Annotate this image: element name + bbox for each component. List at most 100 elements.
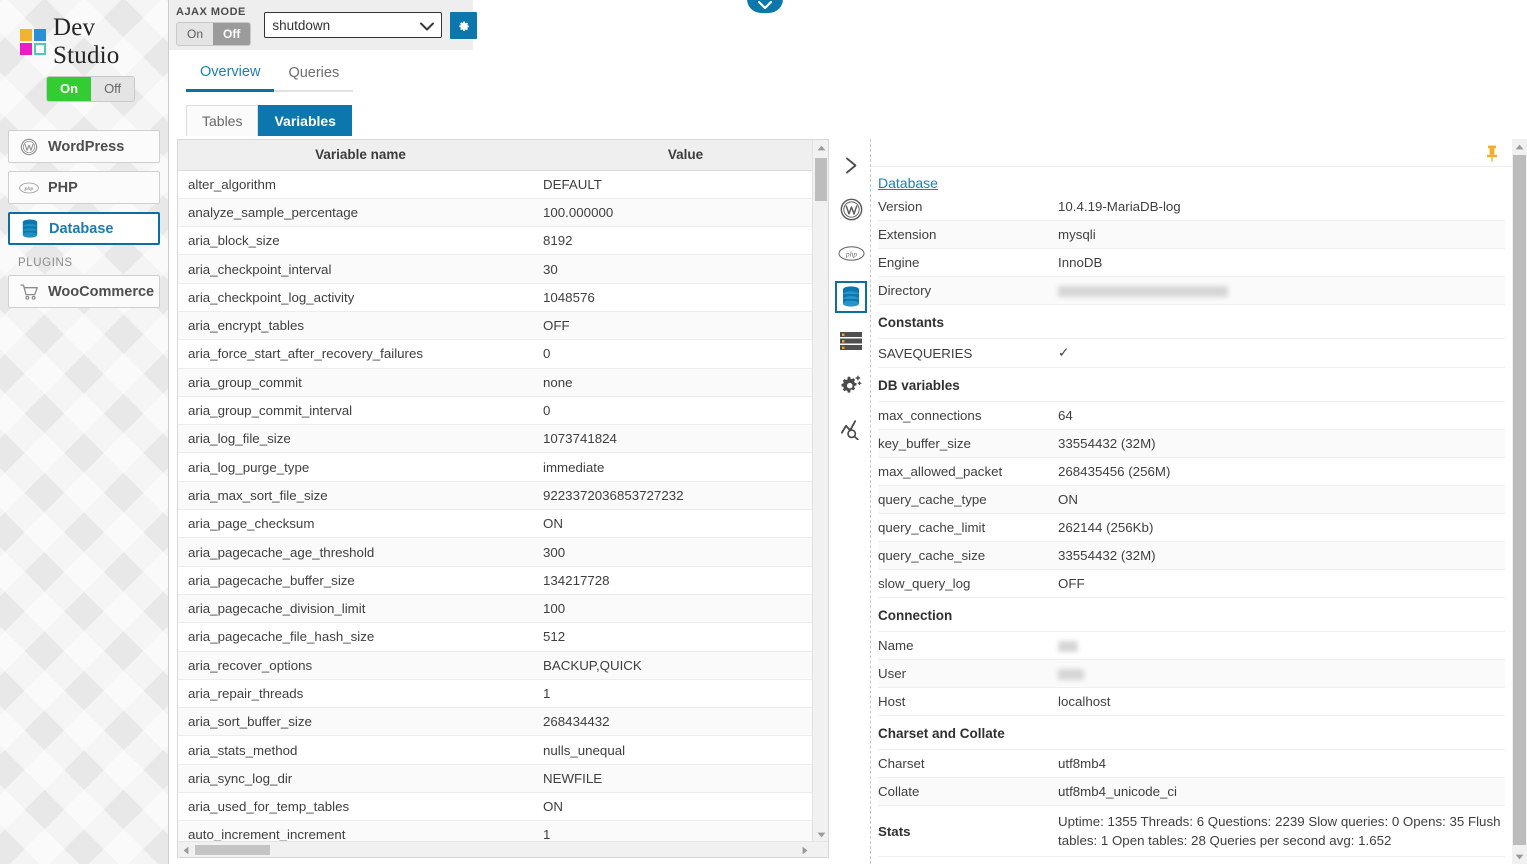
gear-icon: [459, 21, 470, 31]
panel-icon-rail: php: [832, 139, 870, 864]
variable-name-cell: aria_sync_log_dir: [178, 764, 543, 794]
scroll-up-icon[interactable]: [813, 140, 828, 156]
ajax-action-select-wrap: shutdown: [264, 12, 443, 38]
tab-queries[interactable]: Queries: [274, 61, 354, 92]
ajax-action-select[interactable]: shutdown: [264, 12, 443, 38]
table-horizontal-scrollbar[interactable]: [178, 841, 828, 857]
tab-overview[interactable]: Overview: [186, 60, 275, 92]
variable-value-cell: ON: [543, 792, 828, 822]
detail-section-heading-row: Connection: [878, 597, 1505, 632]
variable-value-cell: ON: [543, 509, 828, 539]
settings-gear-button[interactable]: [450, 11, 478, 39]
table-row[interactable]: aria_sync_log_dir NEWFILE: [178, 764, 828, 794]
panel-pull-tab[interactable]: [747, 0, 783, 13]
master-toggle[interactable]: On Off: [46, 76, 136, 102]
detail-value: utf8mb4_unicode_ci: [1058, 777, 1505, 806]
table-vertical-scrollbar[interactable]: [812, 140, 828, 843]
table-row[interactable]: aria_log_file_size 1073741824: [178, 424, 828, 454]
table-row[interactable]: aria_sort_buffer_size 268434432: [178, 707, 828, 737]
column-header-variable-name[interactable]: Variable name: [178, 140, 543, 171]
table-row[interactable]: aria_repair_threads 1: [178, 679, 828, 709]
table-row[interactable]: aria_log_purge_type immediate: [178, 452, 828, 482]
variable-value-cell: 0: [543, 339, 828, 369]
sidebar-item-database[interactable]: Database: [8, 212, 160, 245]
table-row[interactable]: aria_used_for_temp_tables ON: [178, 792, 828, 822]
chevron-right-icon[interactable]: [835, 149, 867, 181]
table-row[interactable]: aria_group_commit_interval 0: [178, 396, 828, 426]
detail-section-title[interactable]: Database: [878, 175, 938, 191]
master-toggle-on[interactable]: On: [47, 77, 92, 101]
ajax-toggle-on[interactable]: On: [177, 22, 214, 45]
scroll-up-icon[interactable]: [1512, 139, 1527, 154]
detail-key: Engine: [878, 248, 1058, 277]
master-toggle-off[interactable]: Off: [91, 77, 135, 101]
detail-row: Engine InnoDB: [878, 248, 1505, 277]
variable-value-cell: OFF: [543, 311, 828, 341]
variable-value-cell: 100: [543, 594, 828, 624]
scroll-thumb-vertical[interactable]: [815, 158, 827, 201]
table-row[interactable]: aria_block_size 8192: [178, 226, 828, 256]
scroll-thumb-vertical[interactable]: [1513, 155, 1526, 845]
tab-variables[interactable]: Variables: [258, 105, 352, 136]
detail-value: localhost: [1058, 687, 1505, 716]
table-row[interactable]: aria_stats_method nulls_unequal: [178, 735, 828, 765]
wordpress-icon[interactable]: [835, 193, 867, 225]
scroll-right-icon[interactable]: [797, 842, 813, 857]
tab-tables[interactable]: Tables: [186, 105, 259, 136]
detail-value: 33554432 (32M): [1058, 429, 1505, 458]
detail-value: 33554432 (32M): [1058, 541, 1505, 570]
database-icon[interactable]: [835, 281, 867, 313]
top-toolbar: AJAX MODE On Off shutdown: [169, 0, 478, 50]
column-header-value[interactable]: Value: [543, 140, 828, 171]
variable-name-cell: alter_algorithm: [178, 170, 543, 199]
ajax-mode-block: AJAX MODE On Off: [169, 5, 252, 46]
scroll-down-icon[interactable]: [1512, 849, 1527, 864]
scroll-left-icon[interactable]: [178, 842, 194, 857]
variable-name-cell: aria_used_for_temp_tables: [178, 792, 543, 822]
table-row[interactable]: analyze_sample_percentage 100.000000: [178, 198, 828, 228]
sidebar-item-wordpress[interactable]: WordPress: [8, 130, 160, 163]
table-row[interactable]: aria_recover_options BACKUP,QUICK: [178, 651, 828, 680]
table-row[interactable]: aria_pagecache_division_limit 100: [178, 594, 828, 624]
variable-value-cell: 8192: [543, 226, 828, 256]
php-icon[interactable]: php: [835, 237, 867, 269]
chevron-down-icon: [758, 1, 772, 10]
scroll-thumb-horizontal[interactable]: [195, 845, 270, 855]
variable-name-cell: aria_block_size: [178, 226, 543, 256]
gear-plus-icon[interactable]: [835, 369, 867, 401]
table-row[interactable]: aria_force_start_after_recovery_failures…: [178, 339, 828, 369]
detail-value: ON: [1058, 485, 1505, 514]
variable-value-cell: DEFAULT: [543, 170, 828, 199]
variable-value-cell: 134217728: [543, 566, 828, 595]
variable-name-cell: aria_max_sort_file_size: [178, 481, 543, 511]
variable-value-cell: 1: [543, 679, 828, 709]
detail-row: Collate utf8mb4_unicode_ci: [878, 777, 1505, 806]
ajax-mode-toggle[interactable]: On Off: [176, 21, 252, 46]
brand: Dev Studio: [0, 0, 168, 70]
table-row[interactable]: aria_pagecache_age_threshold 300: [178, 537, 828, 567]
ajax-toggle-off[interactable]: Off: [213, 22, 251, 45]
server-list-icon[interactable]: [835, 325, 867, 357]
detail-section-heading-row: Constants: [878, 304, 1505, 339]
analytics-search-icon[interactable]: [835, 413, 867, 445]
table-row[interactable]: aria_group_commit none: [178, 368, 828, 397]
table-row[interactable]: aria_pagecache_file_hash_size 512: [178, 622, 828, 652]
sidebar-item-php[interactable]: php PHP: [8, 171, 160, 204]
detail-key: query_cache_size: [878, 541, 1058, 570]
table-row[interactable]: aria_checkpoint_interval 30: [178, 254, 828, 284]
table-row[interactable]: aria_pagecache_buffer_size 134217728: [178, 566, 828, 595]
table-row[interactable]: aria_max_sort_file_size 92233720368537272…: [178, 481, 828, 511]
variable-name-cell: aria_encrypt_tables: [178, 311, 543, 341]
sidebar-item-woocommerce[interactable]: WooCommerce: [8, 275, 160, 308]
table-row[interactable]: aria_page_checksum ON: [178, 509, 828, 539]
table-row[interactable]: alter_algorithm DEFAULT: [178, 170, 828, 199]
sidebar-item-label: Database: [49, 220, 114, 237]
detail-vertical-scrollbar[interactable]: [1512, 139, 1527, 864]
table-row[interactable]: aria_checkpoint_log_activity 1048576: [178, 283, 828, 312]
pushpin-icon[interactable]: [1485, 145, 1499, 167]
detail-row: query_cache_limit 262144 (256Kb): [878, 513, 1505, 542]
detail-row: SAVEQUERIES ✓: [878, 338, 1505, 368]
detail-value: ✓: [1058, 338, 1505, 368]
variable-value-cell: 1048576: [543, 283, 828, 312]
table-row[interactable]: aria_encrypt_tables OFF: [178, 311, 828, 341]
